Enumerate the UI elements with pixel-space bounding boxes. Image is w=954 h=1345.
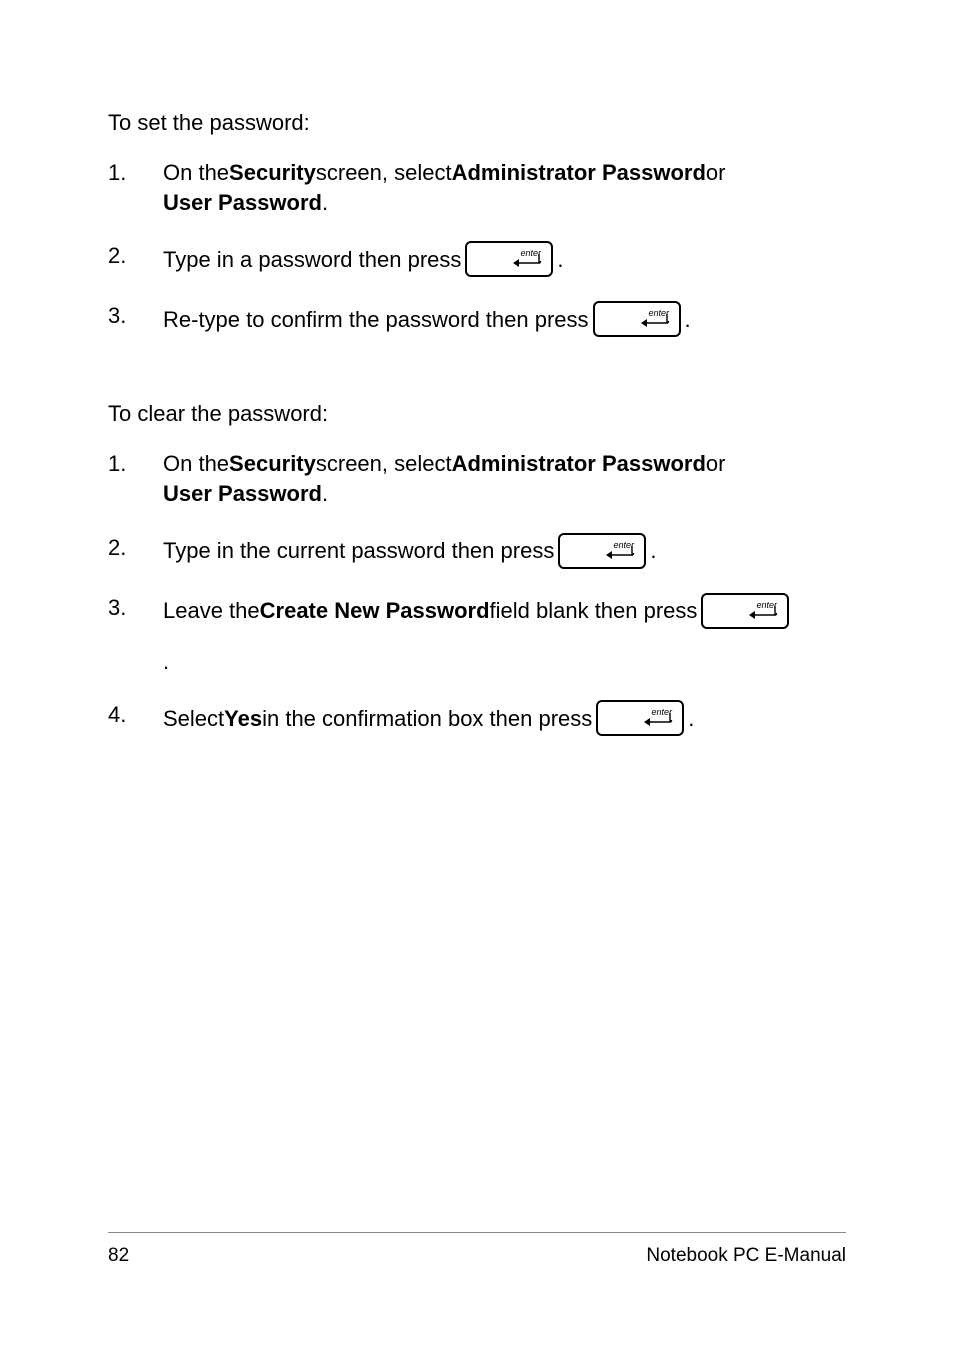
step-bold-text: Administrator Password <box>452 158 706 188</box>
page-content: To set the password: 1.On the Security s… <box>108 110 848 760</box>
step-body: Type in a password then press enter. <box>163 241 848 277</box>
enter-key-icon: enter <box>465 241 553 277</box>
step-item: 2.Type in a password then press enter. <box>108 241 848 277</box>
step-bold-text: Security <box>229 449 316 479</box>
step-text: Leave the <box>163 596 260 626</box>
enter-key-icon: enter <box>593 301 681 337</box>
step-text: or <box>706 158 726 188</box>
step-dangling-period: . <box>163 647 848 677</box>
step-text: On the <box>163 158 229 188</box>
step-number: 3. <box>108 593 163 623</box>
clear-password-steps: 1.On the Security screen, select Adminis… <box>108 449 848 736</box>
step-number: 1. <box>108 158 163 188</box>
step-text: screen, select <box>316 449 452 479</box>
step-text: in the confirmation box then press <box>262 704 592 734</box>
footer-title: Notebook PC E-Manual <box>646 1245 846 1267</box>
step-text: field blank then press <box>490 596 698 626</box>
step-text: . <box>322 479 328 509</box>
enter-key-icon: enter <box>701 593 789 629</box>
step-text: Select <box>163 704 224 734</box>
step-item: 3.Re-type to confirm the password then p… <box>108 301 848 337</box>
step-bold-text: Security <box>229 158 316 188</box>
step-text: or <box>706 449 726 479</box>
clear-password-heading: To clear the password: <box>108 401 848 427</box>
step-text: . <box>685 305 691 335</box>
step-body: Select Yes in the confirmation box then … <box>163 700 848 736</box>
step-bold-text: User Password <box>163 188 322 218</box>
step-text: . <box>688 704 694 734</box>
step-number: 2. <box>108 533 163 563</box>
step-bold-text: Create New Password <box>260 596 490 626</box>
step-bold-text: User Password <box>163 479 322 509</box>
enter-key-icon: enter <box>596 700 684 736</box>
step-text: . <box>322 188 328 218</box>
set-password-steps: 1.On the Security screen, select Adminis… <box>108 158 848 337</box>
step-number: 2. <box>108 241 163 271</box>
step-body: On the Security screen, select Administr… <box>163 449 848 508</box>
set-password-heading: To set the password: <box>108 110 848 136</box>
step-item: 1.On the Security screen, select Adminis… <box>108 449 848 508</box>
enter-key-icon: enter <box>558 533 646 569</box>
step-body: Re-type to confirm the password then pre… <box>163 301 848 337</box>
page-number: 82 <box>108 1245 129 1267</box>
step-body: On the Security screen, select Administr… <box>163 158 848 217</box>
step-number: 4. <box>108 700 163 730</box>
step-number: 1. <box>108 449 163 479</box>
step-number: 3. <box>108 301 163 331</box>
step-text: Type in the current password then press <box>163 536 554 566</box>
step-bold-text: Administrator Password <box>452 449 706 479</box>
page-footer: 82 Notebook PC E-Manual <box>108 1232 846 1267</box>
step-body: Leave the Create New Password field blan… <box>163 593 848 677</box>
step-text: . <box>650 536 656 566</box>
step-text: screen, select <box>316 158 452 188</box>
step-item: 1.On the Security screen, select Adminis… <box>108 158 848 217</box>
step-text: Re-type to confirm the password then pre… <box>163 305 589 335</box>
step-body: Type in the current password then press … <box>163 533 848 569</box>
step-item: 3.Leave the Create New Password field bl… <box>108 593 848 677</box>
step-text: . <box>557 245 563 275</box>
step-text: On the <box>163 449 229 479</box>
step-text: Type in a password then press <box>163 245 461 275</box>
step-item: 2.Type in the current password then pres… <box>108 533 848 569</box>
step-bold-text: Yes <box>224 704 262 734</box>
step-item: 4.Select Yes in the confirmation box the… <box>108 700 848 736</box>
